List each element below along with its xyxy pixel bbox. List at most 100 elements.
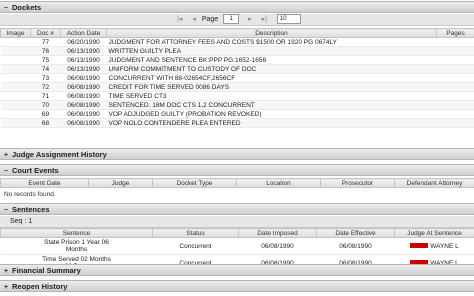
page-size-select[interactable]: 10 (276, 14, 301, 25)
first-page-icon[interactable]: |◂ (177, 14, 182, 25)
docket-row[interactable]: 77 06/20/1990 JUDGMENT FOR ATTORNEY FEES A… (0, 37, 474, 47)
docket-pages (436, 109, 474, 119)
docket-pages (436, 37, 474, 47)
docket-description: TIME SERVED CT3 (106, 91, 437, 101)
docket-image-cell[interactable] (0, 100, 31, 110)
docket-action-date: 06/20/1990 (60, 37, 107, 47)
docket-description: CREDIT FOR TIME SERVED 0086 DAYS (106, 82, 437, 92)
expand-icon: + (4, 284, 9, 291)
docket-doc-number: 71 (30, 91, 61, 101)
sentence-date-imposed: 06/08/1990 (238, 237, 317, 255)
docket-pages (436, 118, 474, 128)
docket-action-date: 06/08/1990 (60, 118, 107, 128)
column-header-sentence[interactable]: Sentence (0, 228, 153, 238)
docket-image-cell[interactable] (0, 109, 31, 119)
docket-pages (436, 100, 474, 110)
column-header-location[interactable]: Location (236, 178, 321, 188)
column-header-defendant-attorney[interactable]: Defendant Attorney (394, 178, 474, 188)
no-records-text: No records found. (4, 191, 56, 198)
docket-pages (436, 46, 474, 56)
docket-doc-number: 68 (30, 118, 61, 128)
docket-doc-number: 77 (30, 37, 61, 47)
column-header-judge-at-sentence[interactable]: Judge At Sentence (394, 228, 474, 238)
docket-description: VOP ADJUDGED GUILTY (PROBATION REVOKED) (106, 109, 437, 119)
redaction-bar (410, 243, 429, 249)
sentence-status: Concurrent (152, 237, 239, 255)
financial-summary-header[interactable]: + Financial Summary (0, 264, 474, 276)
column-header-prosecutor[interactable]: Prosecutor (320, 178, 395, 188)
page-number-input[interactable]: 1 (223, 14, 240, 25)
page-label: Page (201, 16, 219, 23)
docket-pages (436, 91, 474, 101)
docket-row[interactable]: 70 06/08/1990 SENTENCED: 18M DOC CTS 1,2 C… (0, 100, 474, 110)
sentence-line: Months (65, 246, 88, 253)
column-header-status[interactable]: Status (152, 228, 239, 238)
docket-image-cell[interactable] (0, 64, 31, 74)
reopen-history-header[interactable]: + Reopen History (0, 280, 474, 292)
column-header-docket-type[interactable]: Docket Type (152, 178, 237, 188)
column-header-action-date[interactable]: Action Date (60, 28, 107, 38)
docket-description: JUDGMENT AND SENTENCE BK:PPP PG:1652-165… (106, 55, 437, 65)
prev-page-icon[interactable]: ◂ (192, 14, 196, 25)
docket-row[interactable]: 76 06/13/1990 WRITTEN GUILTY PLEA (0, 46, 474, 56)
sentence-line: State Prison 1 Year 06 (44, 239, 109, 246)
docket-row[interactable]: 75 06/13/1990 JUDGMENT AND SENTENCE BK:PPP… (0, 55, 474, 65)
docket-description: VOP NOLO CONTENDERE PLEA ENTERED (106, 118, 437, 128)
collapse-icon: − (4, 5, 9, 12)
docket-image-cell[interactable] (0, 55, 31, 65)
docket-row[interactable]: 72 06/08/1990 CREDIT FOR TIME SERVED 0086 … (0, 82, 474, 92)
dockets-title: Dockets (12, 3, 42, 12)
judge-history-header[interactable]: + Judge Assignment History (0, 148, 474, 160)
docket-row[interactable]: 73 06/08/1990 CONCURRENT WITH 88-02654CF,2… (0, 73, 474, 83)
docket-row[interactable]: 71 06/08/1990 TIME SERVED CT3 (0, 91, 474, 101)
docket-doc-number: 70 (30, 100, 61, 110)
expand-icon: + (4, 152, 9, 159)
column-header-date-effective[interactable]: Date Effective (316, 228, 395, 238)
docket-row[interactable]: 69 06/08/1990 VOP ADJUDGED GUILTY (PROBATI… (0, 109, 474, 119)
docket-image-cell[interactable] (0, 37, 31, 47)
docket-action-date: 06/08/1990 (60, 82, 107, 92)
docket-pages (436, 73, 474, 83)
docket-action-date: 06/08/1990 (60, 109, 107, 119)
docket-doc-number: 72 (30, 82, 61, 92)
docket-image-cell[interactable] (0, 73, 31, 83)
docket-row[interactable]: 74 06/13/1990 UNIFORM COMMITMENT TO CUSTOD… (0, 64, 474, 74)
sentences-header[interactable]: − Sentences (0, 203, 474, 215)
docket-pages (436, 82, 474, 92)
docket-image-cell[interactable] (0, 46, 31, 56)
docket-image-cell[interactable] (0, 91, 31, 101)
court-events-table: Event Date Judge Docket Type Location Pr… (0, 178, 474, 188)
sentence-text: State Prison 1 Year 06 Months (0, 237, 153, 255)
docket-action-date: 06/08/1990 (60, 91, 107, 101)
expand-icon: + (4, 268, 9, 275)
docket-doc-number: 75 (30, 55, 61, 65)
docket-row[interactable]: 68 06/08/1990 VOP NOLO CONTENDERE PLEA ENT… (0, 118, 474, 128)
column-header-pages[interactable]: Pages (436, 28, 474, 38)
column-header-doc[interactable]: Doc # (30, 28, 61, 38)
docket-description: CONCURRENT WITH 88-02654CF,2656CF (106, 73, 437, 83)
column-header-event-date[interactable]: Event Date (0, 178, 89, 188)
docket-image-cell[interactable] (0, 82, 31, 92)
sentence-row[interactable]: State Prison 1 Year 06 Months Concurrent 06… (0, 237, 474, 255)
column-header-judge[interactable]: Judge (88, 178, 153, 188)
next-page-icon[interactable]: ▸ (248, 14, 252, 25)
sentence-judge: WAYNE L (394, 237, 474, 255)
dockets-header[interactable]: − Dockets (0, 1, 474, 13)
court-events-header[interactable]: − Court Events (0, 164, 474, 176)
column-header-image[interactable]: Image (0, 28, 31, 38)
docket-action-date: 06/13/1990 (60, 46, 107, 56)
sequence-label: Seq : 1 (10, 218, 33, 225)
docket-description: UNIFORM COMMITMENT TO CUSTODY OF DOC (106, 64, 437, 74)
collapse-icon: − (4, 207, 9, 214)
docket-doc-number: 73 (30, 73, 61, 83)
docket-image-cell[interactable] (0, 118, 31, 128)
dockets-pager: |◂ ◂ Page 1 ▸ ▸| 10 (0, 14, 474, 26)
dockets-table: Image Doc # Action Date Description Page… (0, 28, 474, 128)
column-header-description[interactable]: Description (106, 28, 437, 38)
judge-history-title: Judge Assignment History (12, 150, 107, 159)
last-page-icon[interactable]: ▸| (262, 14, 267, 25)
docket-doc-number: 76 (30, 46, 61, 56)
docket-action-date: 06/13/1990 (60, 64, 107, 74)
collapse-icon: − (4, 168, 9, 175)
column-header-date-imposed[interactable]: Date Imposed (238, 228, 317, 238)
